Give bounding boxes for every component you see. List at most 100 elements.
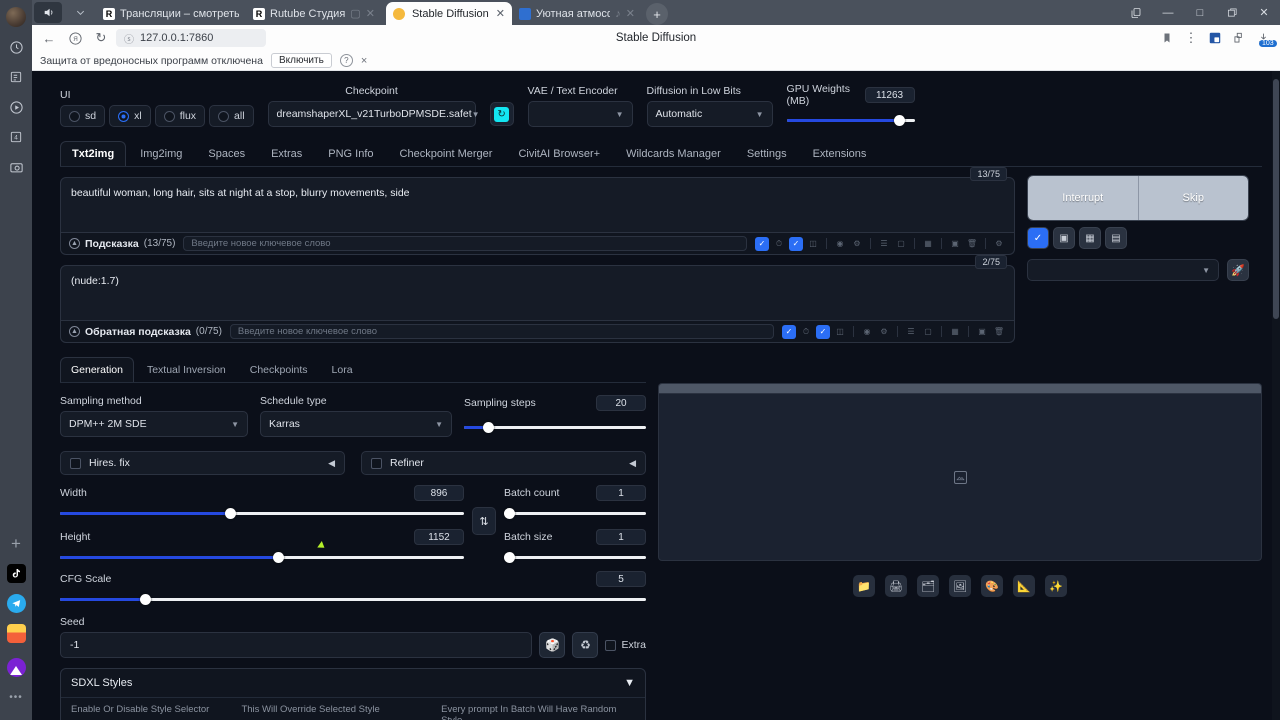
tab-txt2img[interactable]: Txt2img: [60, 141, 127, 166]
tab-audio-button[interactable]: [34, 2, 62, 23]
refiner-accordion[interactable]: Refiner ◀: [361, 451, 646, 475]
delete-icon[interactable]: 🗑: [992, 325, 1006, 339]
tab-png-info[interactable]: PNG Info: [316, 141, 385, 166]
square-tool-icon[interactable]: ▣: [1053, 227, 1075, 249]
history-icon[interactable]: ⏱: [772, 237, 786, 251]
tab-mute-icon[interactable]: ▢: [350, 7, 360, 20]
purple-app-icon[interactable]: [0, 652, 32, 682]
sampling-steps-value[interactable]: 20: [596, 395, 646, 411]
cfg-value[interactable]: 5: [596, 571, 646, 587]
skip-button[interactable]: Skip: [1137, 176, 1248, 220]
gallery-toolbar-strip[interactable]: [658, 383, 1262, 393]
collapse-icon[interactable]: ▲: [69, 326, 80, 337]
tab-close-icon[interactable]: ✕: [496, 7, 505, 20]
browser-tab-2[interactable]: Stable Diffusion ✕: [386, 2, 512, 25]
folder-icon[interactable]: 📁: [853, 575, 875, 597]
tab-extensions[interactable]: Extensions: [801, 141, 879, 166]
send-to-extras-icon[interactable]: 📐: [1013, 575, 1035, 597]
delete-icon[interactable]: 🗑: [965, 237, 979, 251]
tab-wildcards-manager[interactable]: Wildcards Manager: [614, 141, 733, 166]
checkpoint-select[interactable]: dreamshaperXL_v21TurboDPMSDE.safet ▼: [267, 101, 480, 127]
profile-icon[interactable]: [1228, 27, 1250, 49]
collapse-icon[interactable]: ▲: [69, 238, 80, 249]
checkbox-on-icon-2[interactable]: ✓: [816, 324, 830, 339]
width-slider[interactable]: [60, 506, 464, 520]
card-icon[interactable]: ▦: [921, 237, 935, 251]
width-value[interactable]: 896: [414, 485, 464, 501]
height-slider[interactable]: [60, 550, 464, 564]
telegram-icon[interactable]: [0, 588, 32, 618]
settings-icon[interactable]: ⚙: [992, 237, 1006, 251]
list-icon[interactable]: ☰: [877, 237, 891, 251]
tag-icon[interactable]: ◉: [833, 237, 847, 251]
minimize-icon[interactable]: —: [1152, 0, 1184, 25]
history-icon[interactable]: ⏱: [799, 325, 813, 339]
ui-option-xl[interactable]: xl: [109, 105, 151, 127]
bookmark-icon[interactable]: ▢: [921, 325, 935, 339]
back-button[interactable]: ←: [38, 27, 60, 49]
gpu-weights-value[interactable]: 11263: [864, 87, 915, 103]
tab-textual-inversion[interactable]: Textual Inversion: [136, 357, 237, 382]
checkbox-tool-icon[interactable]: ✓: [1027, 227, 1049, 249]
ui-option-sd[interactable]: sd: [60, 105, 106, 127]
kebab-menu-icon[interactable]: ⋮: [1180, 27, 1202, 49]
gear-icon[interactable]: ⚙: [850, 237, 864, 251]
extension-icon[interactable]: [1204, 27, 1226, 49]
tab-civitai-browser[interactable]: CivitAI Browser+: [506, 141, 612, 166]
panel-icon[interactable]: ◫: [833, 325, 847, 339]
restore-icon[interactable]: [1216, 0, 1248, 25]
tab-lora[interactable]: Lora: [321, 357, 364, 382]
maximize-icon[interactable]: □: [1184, 0, 1216, 25]
grid-tool-icon[interactable]: ▦: [1079, 227, 1101, 249]
batch-size-value[interactable]: 1: [596, 529, 646, 545]
avatar[interactable]: [0, 2, 32, 32]
sampling-method-select[interactable]: DPM++ 2M SDE ▼: [60, 411, 248, 437]
checkbox-icon[interactable]: [70, 457, 81, 469]
close-notification-icon[interactable]: ×: [361, 55, 367, 67]
refresh-checkpoint-button[interactable]: ↻: [489, 102, 514, 126]
dice-icon[interactable]: 🎲: [539, 632, 566, 658]
ui-option-flux[interactable]: flux: [154, 105, 206, 127]
tab-close-icon[interactable]: ✕: [626, 7, 635, 20]
recycle-icon[interactable]: ♻: [572, 632, 599, 658]
schedule-type-select[interactable]: Karras ▼: [260, 411, 452, 437]
enable-protection-button[interactable]: Включить: [270, 53, 332, 68]
sampling-steps-slider[interactable]: [464, 420, 646, 434]
bookmark-icon[interactable]: ▢: [894, 237, 908, 251]
save-icon[interactable]: ▣: [948, 237, 962, 251]
card-icon[interactable]: ▦: [948, 325, 962, 339]
browser-tab-0[interactable]: R Трансляции – смотреть: [96, 2, 246, 25]
add-icon[interactable]: +: [0, 528, 32, 558]
checkbox-icon[interactable]: [371, 457, 382, 469]
checkbox-icon[interactable]: [605, 639, 617, 651]
style-select[interactable]: ▼: [1027, 259, 1219, 281]
swap-dimensions-button[interactable]: ⇅: [472, 507, 496, 535]
tab-close-icon[interactable]: ✕: [366, 7, 375, 20]
send-to-inpaint-icon[interactable]: 🎨: [981, 575, 1003, 597]
number-4-icon[interactable]: 4: [0, 122, 32, 152]
negative-keyword-input[interactable]: Введите новое ключевое слово: [229, 324, 774, 339]
gpu-weights-slider[interactable]: [786, 113, 915, 127]
browser-tab-3[interactable]: Уютная атмосфера ♪ ✕: [512, 2, 642, 25]
notes-tool-icon[interactable]: ▤: [1105, 227, 1127, 249]
keyword-input[interactable]: Введите новое ключевое слово: [183, 236, 747, 251]
tiktok-icon[interactable]: [0, 558, 32, 588]
zip-icon[interactable]: 🗂: [917, 575, 939, 597]
new-tab-button[interactable]: +: [646, 3, 668, 25]
reload-button[interactable]: ↻: [90, 27, 112, 49]
more-icon[interactable]: •••: [0, 682, 32, 712]
sdxl-styles-header[interactable]: SDXL Styles ▼: [61, 669, 645, 698]
prompt-textarea[interactable]: beautiful woman, long hair, sits at nigh…: [60, 177, 1015, 233]
copy-icon[interactable]: [1120, 0, 1152, 25]
cfg-slider[interactable]: [60, 592, 646, 606]
news-icon[interactable]: [0, 62, 32, 92]
tab-list-button[interactable]: [66, 2, 94, 23]
batch-count-value[interactable]: 1: [596, 485, 646, 501]
panel-icon[interactable]: ◫: [806, 237, 820, 251]
tab-spaces[interactable]: Spaces: [196, 141, 257, 166]
negative-prompt-textarea[interactable]: (nude:1.7): [60, 265, 1015, 321]
sunset-app-icon[interactable]: [0, 618, 32, 648]
clock-icon[interactable]: [0, 32, 32, 62]
interrupt-button[interactable]: Interrupt: [1028, 176, 1138, 220]
expand-arrow-icon[interactable]: ▼: [624, 677, 635, 689]
